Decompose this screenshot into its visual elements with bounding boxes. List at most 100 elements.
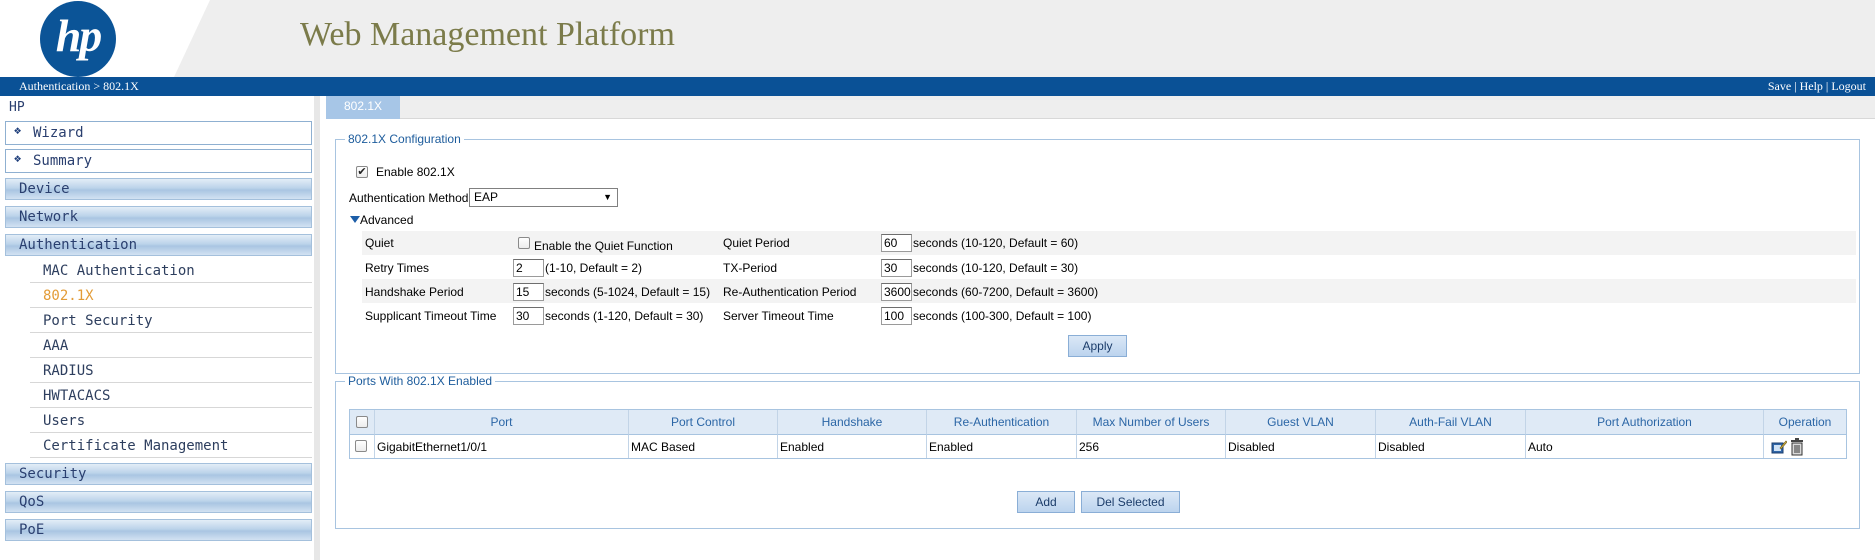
retry-times-input[interactable]: 2 (513, 259, 544, 277)
row-checkbox[interactable] (355, 440, 367, 452)
top-links: Save | Help | Logout (1768, 77, 1866, 96)
row-select-cell (350, 434, 375, 458)
server-timeout-input[interactable]: 100 (881, 307, 912, 325)
reauth-period-hint: seconds (60-7200, Default = 3600) (913, 285, 1099, 299)
retry-times-label: Retry Times (365, 261, 430, 275)
handshake-period-hint: seconds (5-1024, Default = 15) (545, 285, 711, 299)
sidebar-section-label: QoS (19, 494, 45, 510)
supplicant-timeout-label: Supplicant Timeout Time (365, 309, 497, 323)
table-cell-reauth: Enabled (927, 434, 1077, 458)
sidebar-item-label: Wizard (33, 125, 84, 141)
table-cell-operation (1764, 434, 1846, 458)
top-bar: Authentication > 802.1X Save | Help | Lo… (0, 77, 1875, 96)
supplicant-timeout-hint: seconds (1-120, Default = 30) (545, 309, 704, 323)
server-timeout-label: Server Timeout Time (723, 309, 834, 323)
sidebar-item-label: MAC Authentication (43, 263, 195, 279)
sidebar-item-label: Summary (33, 153, 93, 169)
table-cell-port: GigabitEthernet1/0/1 (375, 434, 629, 458)
delete-icon[interactable] (1790, 438, 1804, 456)
quiet-period-hint: seconds (10-120, Default = 60) (913, 236, 1079, 250)
supplicant-timeout-input[interactable]: 30 (513, 307, 544, 325)
help-link[interactable]: Help (1800, 79, 1823, 93)
expand-triangle-icon[interactable] (350, 216, 360, 223)
apply-button[interactable]: Apply (1068, 335, 1127, 357)
handshake-period-label: Handshake Period (365, 285, 464, 299)
sidebar-section-security[interactable]: Security (5, 463, 312, 485)
table-cell-port-authorization: Auto (1526, 434, 1764, 458)
handshake-period-input[interactable]: 15 (513, 283, 544, 301)
sidebar-item-label: AAA (43, 338, 69, 354)
sidebar-section-qos[interactable]: QoS (5, 491, 312, 513)
table-cell-max-users: 256 (1077, 434, 1226, 458)
diamond-icon: ❖ (14, 151, 22, 165)
sidebar-item-label: RADIUS (43, 363, 94, 379)
ports-table: Port Port Control Handshake Re-Authentic… (349, 409, 1847, 459)
reauth-period-label: Re-Authentication Period (723, 285, 857, 299)
sidebar-item-aaa[interactable]: AAA (30, 334, 312, 358)
select-all-header (350, 410, 375, 434)
quiet-function-label: Enable the Quiet Function (534, 239, 673, 253)
quiet-function-checkbox[interactable] (518, 237, 530, 249)
tx-period-hint: seconds (10-120, Default = 30) (913, 261, 1079, 275)
sidebar-item-hwtacacs[interactable]: HWTACACS (30, 384, 312, 408)
del-selected-button[interactable]: Del Selected (1081, 491, 1180, 513)
edit-icon[interactable] (1771, 439, 1787, 455)
diamond-icon: ❖ (14, 123, 22, 137)
column-header[interactable]: Port Authorization (1526, 410, 1764, 434)
sidebar: HP ❖ Wizard ❖ Summary Device Network Aut… (0, 96, 320, 560)
logout-link[interactable]: Logout (1831, 79, 1866, 93)
quiet-period-input[interactable]: 60 (881, 234, 912, 252)
auth-method-value: EAP (474, 190, 499, 204)
save-link[interactable]: Save (1768, 79, 1791, 93)
tx-period-input[interactable]: 30 (881, 259, 912, 277)
retry-times-hint: (1-10, Default = 2) (545, 261, 643, 275)
column-header[interactable]: Auth-Fail VLAN (1376, 410, 1526, 434)
app-title: Web Management Platform (300, 16, 675, 53)
sidebar-item-802-1x[interactable]: 802.1X (30, 284, 312, 308)
config-legend: 802.1X Configuration (348, 132, 461, 146)
table-cell-guest-vlan: Disabled (1226, 434, 1376, 458)
sidebar-item-label: Certificate Management (43, 438, 229, 454)
column-header[interactable]: Re-Authentication (927, 410, 1077, 434)
column-header[interactable]: Port Control (629, 410, 778, 434)
column-header[interactable]: Max Number of Users (1077, 410, 1226, 434)
table-cell-auth-fail-vlan: Disabled (1376, 434, 1526, 458)
ports-legend: Ports With 802.1X Enabled (348, 374, 493, 388)
link-separator: | (1794, 79, 1797, 93)
sidebar-item-certificate-management[interactable]: Certificate Management (30, 434, 312, 458)
sidebar-section-authentication[interactable]: Authentication (5, 234, 312, 256)
reauth-period-input[interactable]: 3600 (881, 283, 912, 301)
sidebar-item-summary[interactable]: ❖ Summary (5, 149, 312, 173)
sidebar-brand: HP (9, 100, 25, 115)
sidebar-item-mac-authentication[interactable]: MAC Authentication (30, 259, 312, 283)
sidebar-section-label: Security (19, 466, 87, 482)
sidebar-section-poe[interactable]: PoE (5, 519, 312, 541)
sidebar-item-label: Port Security (43, 313, 153, 329)
enable-8021x-checkbox[interactable]: ✔ (356, 166, 368, 178)
column-header[interactable]: Guest VLAN (1226, 410, 1376, 434)
quiet-label: Quiet (365, 236, 394, 250)
auth-method-select[interactable]: EAP ▼ (469, 188, 618, 207)
sidebar-section-label: Authentication (19, 237, 138, 253)
sidebar-section-label: Device (19, 181, 70, 197)
tab-802-1x[interactable]: 802.1X (326, 96, 400, 119)
enable-8021x-label: Enable 802.1X (376, 165, 455, 179)
tx-period-label: TX-Period (723, 261, 778, 275)
sidebar-item-wizard[interactable]: ❖ Wizard (5, 121, 312, 145)
advanced-toggle[interactable]: Advanced (360, 213, 413, 227)
tab-strip (326, 96, 1875, 119)
sidebar-section-device[interactable]: Device (5, 178, 312, 200)
sidebar-section-network[interactable]: Network (5, 206, 312, 228)
sidebar-item-port-security[interactable]: Port Security (30, 309, 312, 333)
column-header[interactable]: Port (375, 410, 629, 434)
dropdown-arrow-icon: ▼ (603, 192, 612, 202)
sidebar-section-label: Network (19, 209, 79, 225)
add-button[interactable]: Add (1017, 491, 1075, 513)
sidebar-item-radius[interactable]: RADIUS (30, 359, 312, 383)
quiet-period-label: Quiet Period (723, 236, 790, 250)
hp-logo: hp (40, 1, 116, 77)
select-all-checkbox[interactable] (356, 416, 368, 428)
column-header[interactable]: Handshake (778, 410, 927, 434)
sidebar-item-users[interactable]: Users (30, 409, 312, 433)
sidebar-item-label: HWTACACS (43, 388, 111, 404)
